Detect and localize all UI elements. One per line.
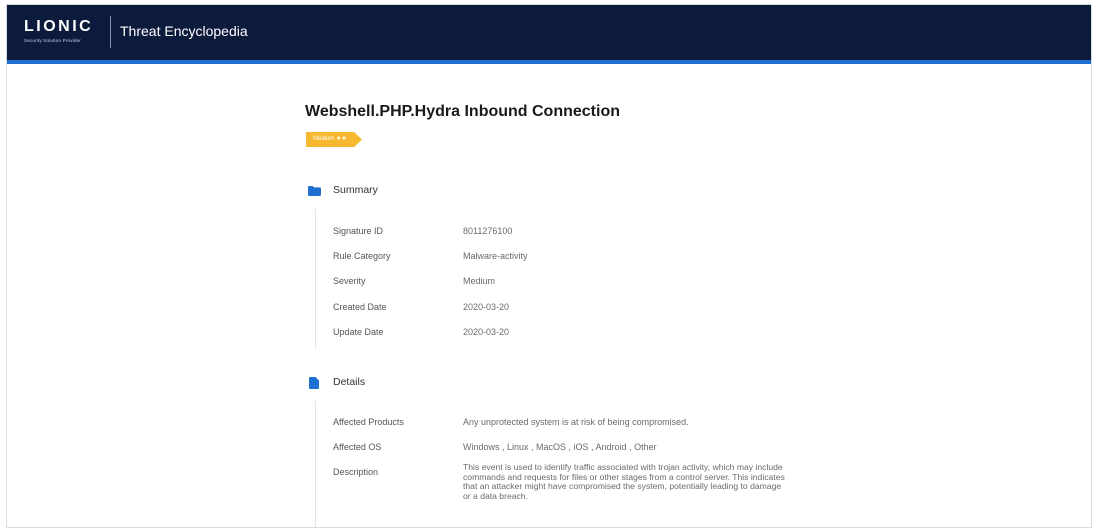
update-date-value: 2020-03-20 [463, 327, 510, 337]
signature-id-value: 8011276100 [463, 226, 513, 236]
top-header: LIONIC Security Solution Provider Threat… [7, 5, 1091, 60]
update-date-label: Update Date [333, 327, 384, 337]
severity-badge: Medium ★★ [306, 132, 362, 147]
affected-os-value: Windows , Linux , MacOS , iOS , Android … [463, 442, 657, 452]
severity-label: Severity [333, 276, 366, 286]
logo-text: LIONIC [24, 18, 94, 35]
summary-divider-line [315, 209, 316, 349]
document-icon [309, 377, 319, 389]
created-date-value: 2020-03-20 [463, 302, 510, 312]
header-divider [110, 16, 111, 48]
lionic-logo[interactable]: LIONIC Security Solution Provider [24, 18, 106, 46]
rule-category-value: Malware-activity [463, 251, 528, 261]
page-frame: LIONIC Security Solution Provider Threat… [6, 4, 1092, 528]
logo-tagline: Security Solution Provider [24, 38, 81, 43]
header-title[interactable]: Threat Encyclopedia [120, 23, 248, 39]
header-accent-line [7, 60, 1091, 64]
description-value: This event is used to identify traffic a… [463, 462, 785, 501]
rule-category-label: Rule Category [333, 251, 391, 261]
affected-products-label: Affected Products [333, 417, 404, 427]
description-label: Description [333, 467, 379, 477]
signature-id-label: Signature ID [333, 226, 384, 236]
affected-products-value: Any unprotected system is at risk of bei… [463, 417, 689, 427]
folder-icon [308, 186, 321, 196]
summary-heading-label: Summary [333, 184, 378, 196]
created-date-label: Created Date [333, 302, 387, 312]
page-title: Webshell.PHP.Hydra Inbound Connection [305, 103, 620, 120]
details-divider-line [315, 401, 316, 527]
severity-value: Medium [463, 276, 496, 286]
details-heading-label: Details [333, 376, 366, 388]
affected-os-label: Affected OS [333, 442, 382, 452]
